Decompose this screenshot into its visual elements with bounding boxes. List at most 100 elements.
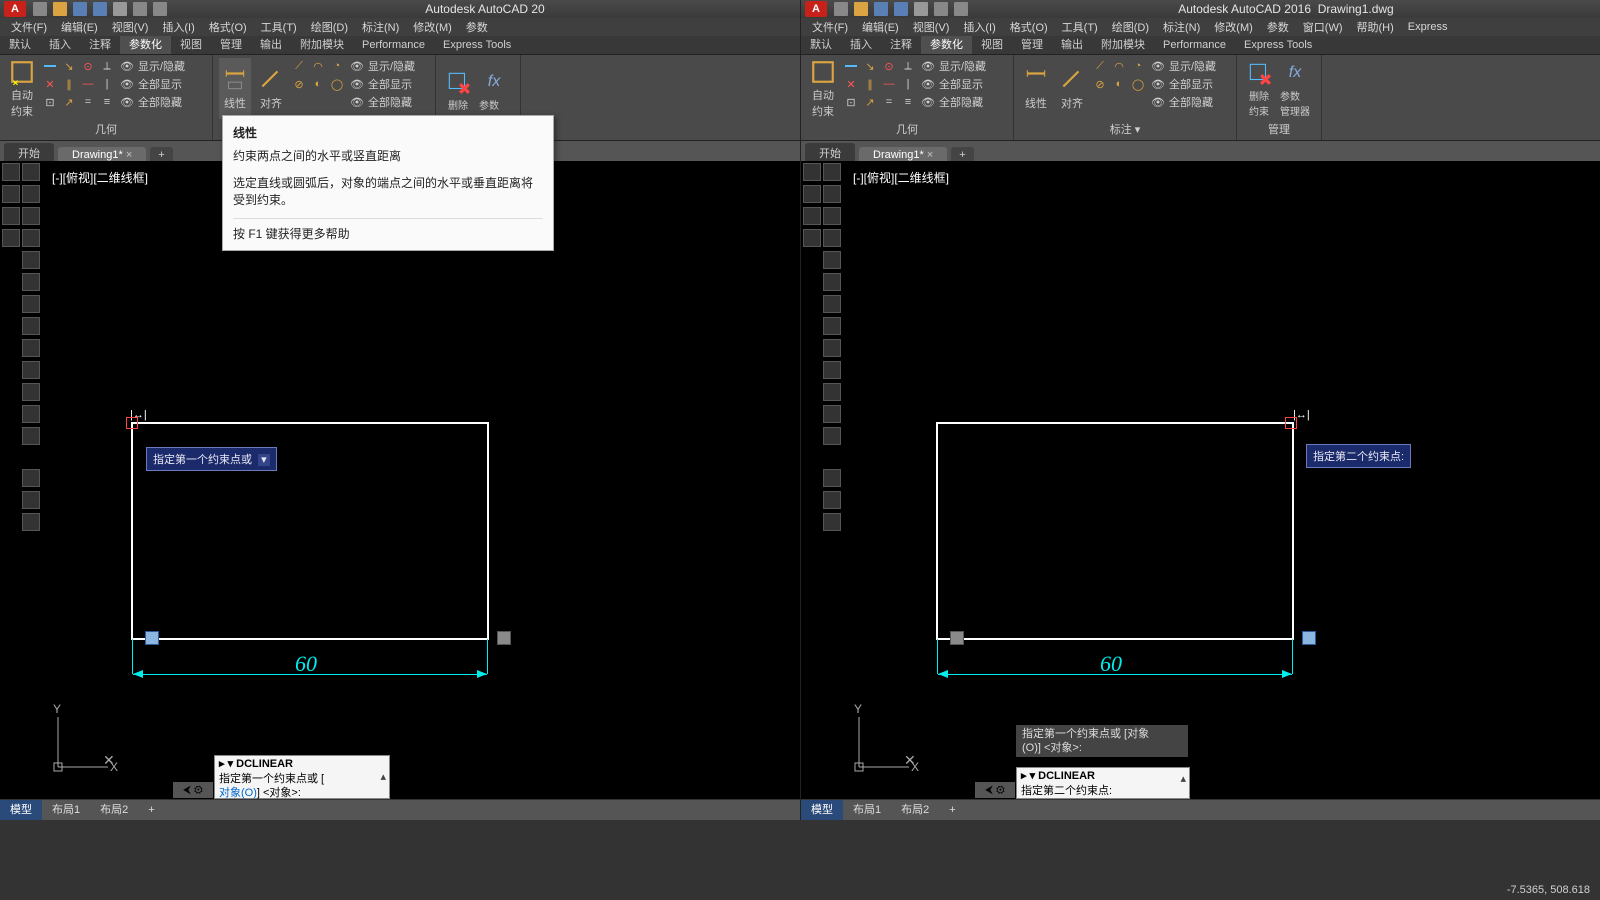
menu-file[interactable]: 文件(F) xyxy=(4,19,54,35)
tab-start[interactable]: 开始 xyxy=(805,143,855,163)
geom-show[interactable]: 👁显示/隐藏 xyxy=(119,58,185,74)
menu-draw[interactable]: 绘图(D) xyxy=(304,19,355,35)
ribtab-insert[interactable]: 插入 xyxy=(841,36,881,54)
dim-all[interactable]: 👁全部显示 xyxy=(1150,76,1216,92)
menu-insert[interactable]: 插入(I) xyxy=(956,19,1002,35)
redo-icon[interactable] xyxy=(954,2,968,16)
nav-icon[interactable] xyxy=(803,229,821,247)
layout-plus[interactable]: + xyxy=(939,800,965,820)
tool-icon[interactable] xyxy=(823,427,841,445)
viewport-label[interactable]: [-][俯视][二维线框] xyxy=(52,169,148,186)
undo-icon[interactable] xyxy=(133,2,147,16)
param-manager-button[interactable]: fx 参数 管理器 xyxy=(1279,58,1311,119)
menu-dim[interactable]: 标注(N) xyxy=(355,19,406,35)
menu-tools[interactable]: 工具(T) xyxy=(1055,19,1105,35)
auto-constrain-button[interactable]: 自动 约束 xyxy=(807,58,839,119)
menu-tools[interactable]: 工具(T) xyxy=(254,19,304,35)
auto-constrain-button[interactable]: 自动 约束 xyxy=(6,58,38,119)
ribtab-addon[interactable]: 附加模块 xyxy=(291,36,353,54)
tool-icon[interactable] xyxy=(22,513,40,531)
tool-icon[interactable] xyxy=(823,513,841,531)
ribtab-perf[interactable]: Performance xyxy=(1154,36,1235,54)
menu-window[interactable]: 窗口(W) xyxy=(1296,19,1350,35)
geom-hide[interactable]: 👁全部隐藏 xyxy=(119,94,185,110)
ribtab-addon[interactable]: 附加模块 xyxy=(1092,36,1154,54)
tool-icon[interactable] xyxy=(22,207,40,225)
cmd-handle-icon[interactable]: ⮜ ⚙ xyxy=(975,782,1015,798)
tool-icon[interactable] xyxy=(823,273,841,291)
menu-view[interactable]: 视图(V) xyxy=(105,19,156,35)
geom-all[interactable]: 👁全部显示 xyxy=(920,76,986,92)
grip-br[interactable] xyxy=(1302,631,1316,645)
undo-icon[interactable] xyxy=(934,2,948,16)
tool-icon[interactable] xyxy=(22,317,40,335)
tool-icon[interactable] xyxy=(823,163,841,181)
canvas-right[interactable]: [-][俯视][二维线框] |↔| 60 指定第二个约束点: XY ✕ 指定第一… xyxy=(801,161,1600,799)
menu-file[interactable]: 文件(F) xyxy=(805,19,855,35)
tool-icon[interactable] xyxy=(823,339,841,357)
tool-icon[interactable] xyxy=(22,295,40,313)
ribtab-param[interactable]: 参数化 xyxy=(120,36,171,54)
print-icon[interactable] xyxy=(113,2,127,16)
nav-icon[interactable] xyxy=(2,163,20,181)
saveas-icon[interactable] xyxy=(93,2,107,16)
ribtab-ann[interactable]: 注释 xyxy=(881,36,921,54)
menu-param[interactable]: 参数 xyxy=(1260,19,1296,35)
tool-icon[interactable] xyxy=(823,207,841,225)
dim-hide[interactable]: 👁全部隐藏 xyxy=(349,94,415,110)
viewport-label[interactable]: [-][俯视][二维线框] xyxy=(853,169,949,186)
command-window-right[interactable]: ⮜ ⚙ ▸ ▾ DCLINEAR 指定第二个约束点: ▴ xyxy=(1016,767,1190,799)
ribtab-perf[interactable]: Performance xyxy=(353,36,434,54)
geom-hide[interactable]: 👁全部隐藏 xyxy=(920,94,986,110)
menu-format[interactable]: 格式(O) xyxy=(202,19,254,35)
tool-icon[interactable] xyxy=(22,491,40,509)
geom-all[interactable]: 👁全部显示 xyxy=(119,76,185,92)
menu-insert[interactable]: 插入(I) xyxy=(155,19,201,35)
tool-icon[interactable] xyxy=(22,185,40,203)
menu-draw[interactable]: 绘图(D) xyxy=(1105,19,1156,35)
tool-icon[interactable] xyxy=(823,361,841,379)
dim-text[interactable]: 60 xyxy=(1100,651,1122,677)
open-icon[interactable] xyxy=(854,2,868,16)
layout-model[interactable]: 模型 xyxy=(0,800,42,820)
nav-icon[interactable] xyxy=(2,207,20,225)
tool-icon[interactable] xyxy=(823,229,841,247)
tool-icon[interactable] xyxy=(22,469,40,487)
tool-icon[interactable] xyxy=(22,251,40,269)
layout-model[interactable]: 模型 xyxy=(801,800,843,820)
grip-br[interactable] xyxy=(497,631,511,645)
nav-icon[interactable] xyxy=(2,185,20,203)
layout-1[interactable]: 布局1 xyxy=(843,800,891,820)
ribtab-param[interactable]: 参数化 xyxy=(921,36,972,54)
ribtab-default[interactable]: 默认 xyxy=(801,36,841,54)
menu-view[interactable]: 视图(V) xyxy=(906,19,957,35)
ribtab-default[interactable]: 默认 xyxy=(0,36,40,54)
tool-icon[interactable] xyxy=(22,229,40,247)
dim-hide[interactable]: 👁全部隐藏 xyxy=(1150,94,1216,110)
menu-modify[interactable]: 修改(M) xyxy=(406,19,459,35)
tab-start[interactable]: 开始 xyxy=(4,143,54,163)
dim-show[interactable]: 👁显示/隐藏 xyxy=(1150,58,1216,74)
tool-icon[interactable] xyxy=(22,163,40,181)
dim-all[interactable]: 👁全部显示 xyxy=(349,76,415,92)
tool-icon[interactable] xyxy=(22,339,40,357)
cmd-handle-icon[interactable]: ⮜ ⚙ xyxy=(173,782,213,798)
new-icon[interactable] xyxy=(834,2,848,16)
dim-show[interactable]: 👁显示/隐藏 xyxy=(349,58,415,74)
linear-constraint-button[interactable]: 线性 xyxy=(219,58,251,119)
ribtab-express[interactable]: Express Tools xyxy=(1235,36,1321,54)
grip-bl[interactable] xyxy=(145,631,159,645)
nav-icon[interactable] xyxy=(803,163,821,181)
tool-icon[interactable] xyxy=(22,427,40,445)
ribtab-output[interactable]: 输出 xyxy=(1052,36,1092,54)
app-logo[interactable]: A xyxy=(4,1,26,17)
tool-icon[interactable] xyxy=(22,405,40,423)
redo-icon[interactable] xyxy=(153,2,167,16)
nav-icon[interactable] xyxy=(2,229,20,247)
app-logo[interactable]: A xyxy=(805,1,827,17)
nav-icon[interactable] xyxy=(803,207,821,225)
tool-icon[interactable] xyxy=(22,273,40,291)
align-constraint-button[interactable]: 对齐 xyxy=(255,58,287,119)
ribtab-express[interactable]: Express Tools xyxy=(434,36,520,54)
menu-param[interactable]: 参数 xyxy=(459,19,495,35)
